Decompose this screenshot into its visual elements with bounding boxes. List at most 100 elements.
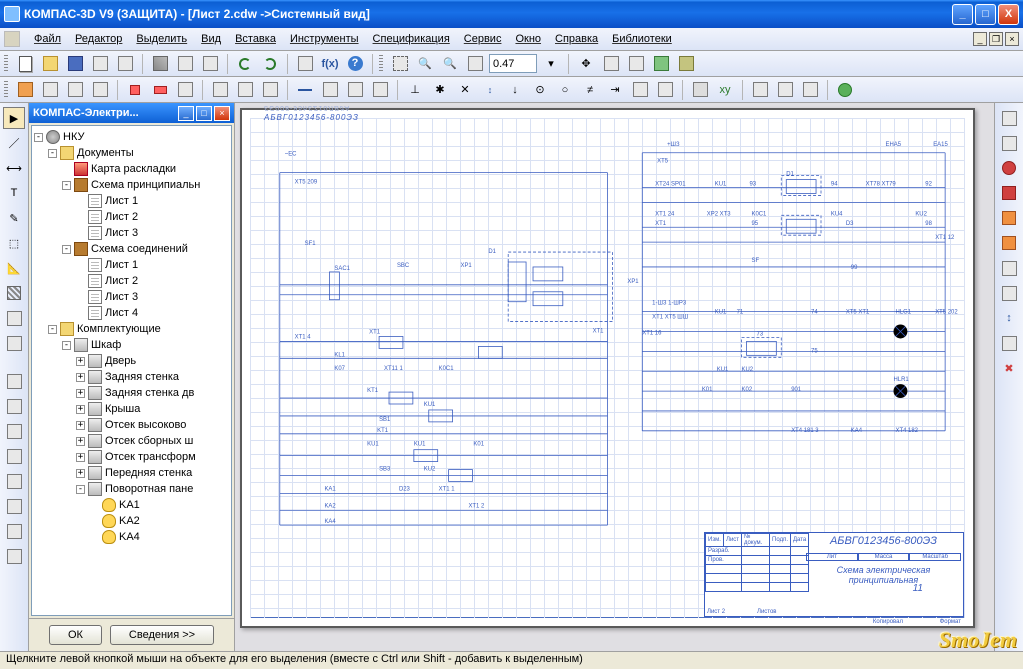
tool-g3[interactable]	[799, 79, 821, 101]
menu-view[interactable]: Вид	[195, 31, 227, 47]
rtool-3[interactable]	[998, 157, 1020, 179]
tree-ka1[interactable]: KA1	[34, 497, 229, 513]
tree-door[interactable]: +Дверь	[34, 353, 229, 369]
pan-button[interactable]: ✥	[575, 53, 597, 75]
tree-back1[interactable]: +Задняя стенка	[34, 369, 229, 385]
ltool-10[interactable]	[3, 332, 25, 354]
mdi-close[interactable]: ×	[1005, 32, 1019, 46]
tool-e4[interactable]: ↕	[479, 79, 501, 101]
ltool-line[interactable]: ／	[3, 132, 25, 154]
zoom-fit-button[interactable]	[389, 53, 411, 75]
tool-b1[interactable]	[124, 79, 146, 101]
ltool-18[interactable]	[3, 545, 25, 567]
tool-h1[interactable]	[834, 79, 856, 101]
tool-a1[interactable]	[14, 79, 36, 101]
ltool-hatch[interactable]	[3, 282, 25, 304]
zoom-input[interactable]	[489, 54, 537, 73]
ltool-12[interactable]	[3, 395, 25, 417]
tree-front[interactable]: +Передняя стенка	[34, 465, 229, 481]
tool-e9[interactable]: ⇥	[604, 79, 626, 101]
mdi-minimize[interactable]: _	[973, 32, 987, 46]
props-button[interactable]	[294, 53, 316, 75]
open-button[interactable]	[39, 53, 61, 75]
tree-bay-hv[interactable]: +Отсек высоково	[34, 417, 229, 433]
menu-edit[interactable]: Редактор	[69, 31, 128, 47]
rtool-1[interactable]	[998, 107, 1020, 129]
undo-button[interactable]	[234, 53, 256, 75]
tree-csheet4[interactable]: Лист 4	[34, 305, 229, 321]
tool-e10[interactable]	[629, 79, 651, 101]
zoom-out-button[interactable]: 🔍	[439, 53, 461, 75]
tool-g2[interactable]	[774, 79, 796, 101]
cut-button[interactable]	[149, 53, 171, 75]
tree-csheet3[interactable]: Лист 3	[34, 289, 229, 305]
tree-back2[interactable]: +Задняя стенка дв	[34, 385, 229, 401]
rtool-6[interactable]	[998, 232, 1020, 254]
menu-service[interactable]: Сервис	[458, 31, 508, 47]
tool-g1[interactable]	[749, 79, 771, 101]
tree-connections[interactable]: -Схема соединений	[34, 241, 229, 257]
ltool-select[interactable]: ▶	[3, 107, 25, 129]
tree-cabinet[interactable]: -Шкаф	[34, 337, 229, 353]
tree-components[interactable]: -Комплектующие	[34, 321, 229, 337]
menu-window[interactable]: Окно	[509, 31, 547, 47]
rtool-2[interactable]	[998, 132, 1020, 154]
save-button[interactable]	[64, 53, 86, 75]
tree-ka4[interactable]: KA4	[34, 529, 229, 545]
panel-maximize[interactable]: □	[196, 106, 212, 121]
canvas[interactable]: ƐЄ008-95hƐZ10ЛВϑА АБВГ0123456-800ЭЗ	[235, 103, 994, 651]
zoom-window-button[interactable]	[464, 53, 486, 75]
ltool-dim[interactable]: ⟷	[3, 157, 25, 179]
redo-button[interactable]	[259, 53, 281, 75]
tool-b2[interactable]	[149, 79, 171, 101]
tree-documents[interactable]: -Документы	[34, 145, 229, 161]
tree-bay-bus[interactable]: +Отсек сборных ш	[34, 433, 229, 449]
tool-a3[interactable]	[64, 79, 86, 101]
refresh-button[interactable]	[675, 53, 697, 75]
menu-insert[interactable]: Вставка	[229, 31, 282, 47]
orbit-button[interactable]	[600, 53, 622, 75]
paste-button[interactable]	[199, 53, 221, 75]
tree-layout[interactable]: Карта раскладки	[34, 161, 229, 177]
rtool-11[interactable]: ✖	[998, 357, 1020, 379]
help-button[interactable]: ?	[344, 53, 366, 75]
tool-e6[interactable]: ⊙	[529, 79, 551, 101]
zoom-in-button[interactable]: 🔍	[414, 53, 436, 75]
tool-a4[interactable]	[89, 79, 111, 101]
panel-close[interactable]: ×	[214, 106, 230, 121]
tree-csheet2[interactable]: Лист 2	[34, 273, 229, 289]
rtool-7[interactable]	[998, 257, 1020, 279]
print-button[interactable]	[89, 53, 111, 75]
menu-spec[interactable]: Спецификация	[367, 31, 456, 47]
drawing-sheet[interactable]: ƐЄ008-95hƐZ10ЛВϑА АБВГ0123456-800ЭЗ	[240, 108, 975, 628]
tool-d1[interactable]	[294, 79, 316, 101]
ltool-9[interactable]	[3, 307, 25, 329]
menu-libs[interactable]: Библиотеки	[606, 31, 678, 47]
copy-button[interactable]	[174, 53, 196, 75]
menu-help[interactable]: Справка	[549, 31, 604, 47]
tool-f1[interactable]	[689, 79, 711, 101]
tool-e3[interactable]: ✕	[454, 79, 476, 101]
ltool-13[interactable]	[3, 420, 25, 442]
zoom-dropdown[interactable]: ▾	[540, 53, 562, 75]
ltool-15[interactable]	[3, 470, 25, 492]
tree-sheet2[interactable]: Лист 2	[34, 209, 229, 225]
ltool-param[interactable]: ⬚	[3, 232, 25, 254]
panel-minimize[interactable]: _	[178, 106, 194, 121]
tree-ka2[interactable]: KA2	[34, 513, 229, 529]
menu-select[interactable]: Выделить	[130, 31, 193, 47]
menu-file[interactable]: Файл	[28, 31, 67, 47]
tool-d3[interactable]	[344, 79, 366, 101]
menu-tools[interactable]: Инструменты	[284, 31, 365, 47]
tool-f2[interactable]: xy	[714, 79, 736, 101]
ltool-11[interactable]	[3, 370, 25, 392]
tree-schematic[interactable]: -Схема принципиальн	[34, 177, 229, 193]
close-button[interactable]: X	[998, 4, 1019, 25]
tree-root[interactable]: -НКУ	[34, 129, 229, 145]
panel-header[interactable]: КОМПАС-Электри... _ □ ×	[29, 103, 234, 123]
mdi-restore[interactable]: ❐	[989, 32, 1003, 46]
maximize-button[interactable]: □	[975, 4, 996, 25]
tree-sheet1[interactable]: Лист 1	[34, 193, 229, 209]
ok-button[interactable]: ОК	[49, 625, 102, 645]
tool-c1[interactable]	[209, 79, 231, 101]
